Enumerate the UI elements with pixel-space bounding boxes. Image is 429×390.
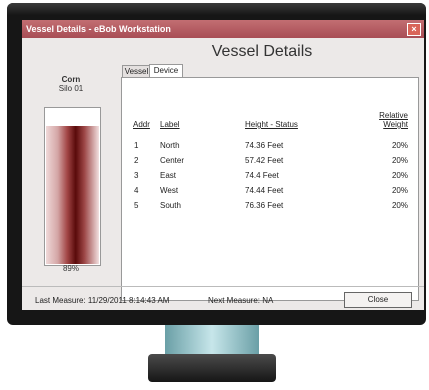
silo-name: Silo 01 [58, 84, 84, 93]
row-height: 74.44 Feet [245, 186, 284, 195]
last-measure-text: Last Measure: 11/29/2011 8:14:43 AM [35, 296, 170, 305]
column-header-addr: Addr [133, 120, 150, 129]
row-weight: 20% [391, 186, 408, 195]
row-label: West [160, 186, 179, 195]
product-name: Corn [61, 75, 81, 84]
row-weight: 20% [391, 171, 408, 180]
row-label: North [160, 141, 180, 150]
column-header-height-status: Height - Status [245, 120, 298, 129]
row-label: Center [160, 156, 185, 165]
next-measure-text: Next Measure: NA [208, 296, 274, 305]
row-height: 74.4 Feet [245, 171, 279, 180]
row-height: 76.36 Feet [245, 201, 284, 210]
window-title: Vessel Details - eBob Workstation [26, 24, 171, 34]
column-header-weight-line2: Weight [383, 120, 408, 129]
monitor-stand-base [148, 354, 276, 382]
row-addr: 5 [134, 201, 139, 210]
status-bar: Last Measure: 11/29/2011 8:14:43 AM Next… [22, 286, 424, 311]
silo-level-label: 89% [62, 264, 79, 273]
device-tab-panel: Addr Label Height - Status Relative Weig… [121, 77, 419, 301]
silo-level-gauge [44, 107, 101, 266]
row-weight: 20% [391, 201, 408, 210]
close-button[interactable]: Close [344, 292, 412, 308]
row-weight: 20% [391, 156, 408, 165]
column-header-label: Label [160, 120, 180, 129]
titlebar: Vessel Details - eBob Workstation × [22, 20, 424, 38]
row-addr: 3 [134, 171, 139, 180]
vessel-panel: Corn Silo 01 89% [22, 38, 120, 284]
row-label: East [160, 171, 177, 180]
page-heading: Vessel Details [211, 43, 313, 60]
monitor-stand-neck [165, 325, 259, 354]
silo-level-fill [46, 126, 99, 264]
row-addr: 4 [134, 186, 139, 195]
row-label: South [160, 201, 181, 210]
titlebar-close-button[interactable]: × [407, 23, 421, 36]
row-addr: 2 [134, 156, 139, 165]
row-height: 74.36 Feet [245, 141, 284, 150]
row-addr: 1 [134, 141, 139, 150]
vessel-details-window: Vessel Details - eBob Workstation × Vess… [22, 20, 424, 310]
column-header-weight-line1: Relative [379, 111, 408, 120]
row-weight: 20% [391, 141, 408, 150]
monitor-top-edge [7, 3, 426, 15]
row-height: 57.42 Feet [245, 156, 284, 165]
